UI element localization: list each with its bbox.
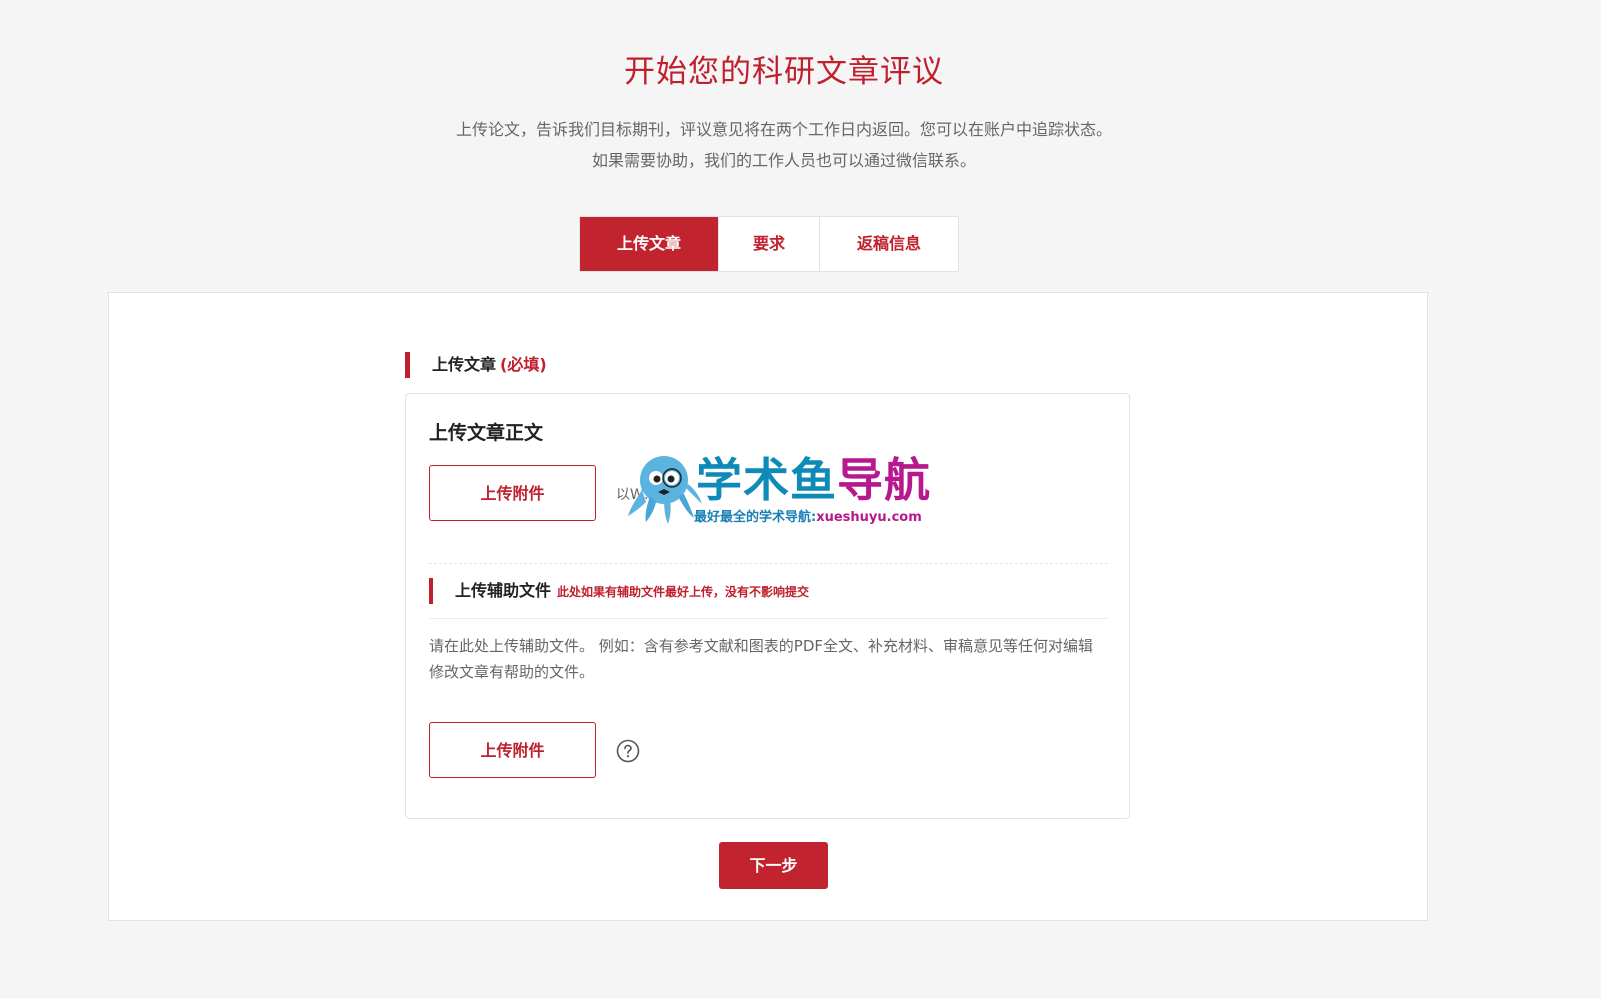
aux-description: 请在此处上传辅助文件。 例如：含有参考文献和图表的PDF全文、补充材料、审稿意见… (429, 637, 1093, 681)
upload-section-title: 上传文章 (432, 355, 497, 374)
octopus-mascot-icon (628, 456, 702, 524)
tab-return-info[interactable]: 返稿信息 (820, 217, 958, 271)
next-step-button[interactable]: 下一步 (719, 842, 828, 889)
aux-section-heading: 上传辅助文件 此处如果有辅助文件最好上传，没有不影响提交 (429, 578, 809, 604)
intro-line-2: 如果需要协助，我们的工作人员也可以通过微信联系。 (591, 151, 976, 170)
intro-text: 上传论文，告诉我们目标期刊，评议意见将在两个工作日内返回。您可以在账户中追踪状态… (0, 114, 1568, 176)
watermark-url: xueshuyu.com (816, 510, 922, 525)
required-tag: (必填) (500, 355, 547, 374)
tab-requirements[interactable]: 要求 (719, 217, 820, 271)
aux-section-title: 上传辅助文件 (455, 581, 552, 600)
watermark-title-part1: 学术鱼 (696, 453, 837, 507)
dashed-divider (429, 563, 1108, 564)
page-title: 开始您的科研文章评议 (624, 54, 944, 90)
watermark-title: 学术鱼导航 (696, 452, 931, 508)
upload-body-button[interactable]: 上传附件 (429, 465, 596, 521)
divider (429, 618, 1108, 619)
aux-section-note: 此处如果有辅助文件最好上传，没有不影响提交 (557, 585, 810, 599)
upload-section-heading: 上传文章 (必填) (405, 352, 547, 378)
step-tabs: 上传文章 要求 返稿信息 (579, 216, 959, 272)
tab-upload-article[interactable]: 上传文章 (580, 217, 719, 271)
body-upload-title: 上传文章正文 (429, 422, 544, 444)
upload-aux-button[interactable]: 上传附件 (429, 722, 596, 778)
watermark-title-part2: 导航 (837, 453, 931, 507)
watermark-subtitle-text: 最好最全的学术导航: (694, 510, 817, 525)
watermark-subtitle: 最好最全的学术导航:xueshuyu.com (694, 506, 922, 525)
question-circle-icon[interactable] (616, 739, 640, 763)
intro-line-1: 上传论文，告诉我们目标期刊，评议意见将在两个工作日内返回。您可以在账户中追踪状态… (455, 120, 1112, 139)
